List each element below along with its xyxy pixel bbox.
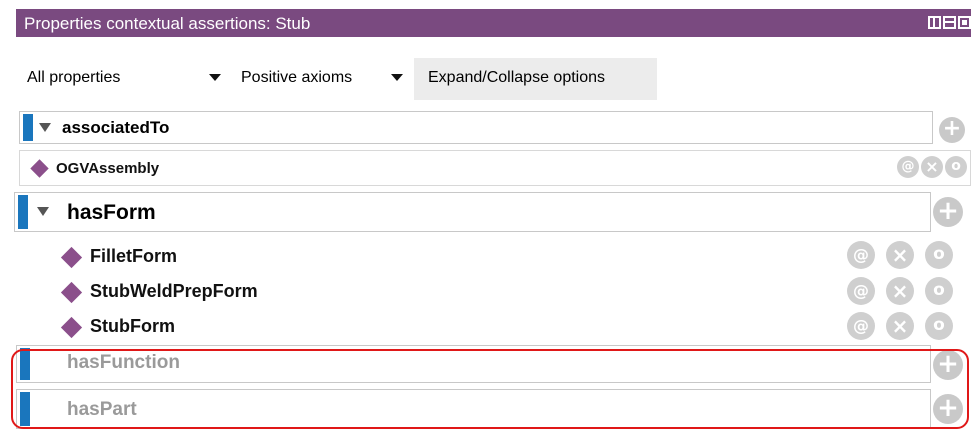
- delete-icon[interactable]: ×: [921, 156, 943, 178]
- property-filter-value: All properties: [27, 69, 121, 86]
- delete-icon[interactable]: ×: [886, 312, 914, 340]
- delete-icon[interactable]: ×: [886, 241, 914, 269]
- add-icon[interactable]: +: [933, 197, 963, 227]
- panel-titlebar: Properties contextual assertions: Stub: [16, 9, 971, 37]
- axiom-filter-select[interactable]: Positive axioms: [233, 62, 411, 94]
- individual-diamond-icon: [60, 316, 83, 339]
- entry-name-FilletForm[interactable]: FilletForm: [90, 246, 177, 267]
- property-filter-select[interactable]: All properties: [19, 62, 229, 94]
- rows-view-icon[interactable]: [943, 16, 956, 29]
- entry-name: OGVAssembly: [56, 160, 160, 177]
- individual-diamond-icon: [60, 281, 83, 304]
- property-marker: [23, 114, 33, 141]
- annotate-icon[interactable]: @: [847, 312, 875, 340]
- property-header-hasForm[interactable]: hasForm: [14, 192, 931, 232]
- add-icon[interactable]: +: [939, 117, 965, 143]
- edit-icon[interactable]: o: [945, 156, 967, 178]
- columns-view-icon[interactable]: [928, 16, 941, 29]
- entries-hasForm: FilletForm StubWeldPrepForm StubForm: [50, 240, 971, 343]
- highlight-annotation: [11, 349, 969, 429]
- entry-OGVAssembly[interactable]: OGVAssembly: [19, 150, 971, 186]
- entry-name-StubForm[interactable]: StubForm: [90, 316, 175, 337]
- expand-triangle-icon[interactable]: [39, 123, 51, 132]
- individual-diamond-icon: [30, 159, 49, 178]
- entry-name-StubWeldPrepForm[interactable]: StubWeldPrepForm: [90, 281, 258, 302]
- panel-title: Properties contextual assertions: Stub: [24, 14, 311, 33]
- edit-icon[interactable]: o: [925, 241, 953, 269]
- property-name: hasForm: [67, 201, 156, 224]
- delete-icon[interactable]: ×: [886, 277, 914, 305]
- property-header-associatedTo[interactable]: associatedTo: [19, 111, 933, 144]
- property-name: associatedTo: [62, 118, 170, 137]
- expand-triangle-icon[interactable]: [37, 207, 49, 216]
- axiom-filter-value: Positive axioms: [241, 69, 353, 86]
- annotate-icon[interactable]: @: [847, 277, 875, 305]
- property-marker: [18, 195, 28, 229]
- expand-collapse-button[interactable]: Expand/Collapse options: [414, 58, 657, 100]
- edit-icon[interactable]: o: [925, 312, 953, 340]
- chevron-down-icon: [209, 74, 221, 81]
- chevron-down-icon: [391, 74, 403, 81]
- single-view-icon[interactable]: [958, 16, 971, 29]
- annotate-icon[interactable]: @: [847, 241, 875, 269]
- view-icons: [928, 16, 971, 29]
- individual-diamond-icon: [60, 246, 83, 269]
- edit-icon[interactable]: o: [925, 277, 953, 305]
- expand-collapse-label: Expand/Collapse options: [428, 69, 606, 86]
- annotate-icon[interactable]: @: [897, 156, 919, 178]
